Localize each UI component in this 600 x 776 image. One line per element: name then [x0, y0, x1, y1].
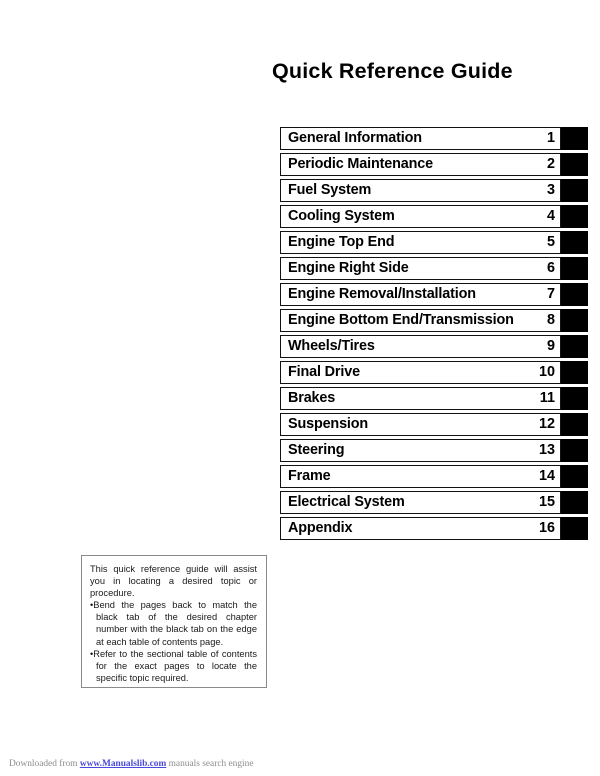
- chapter-entry[interactable]: Steering 13: [280, 439, 561, 462]
- chapter-black-tab: [561, 283, 588, 306]
- chapter-number: 6: [546, 260, 555, 277]
- chapter-index-table: General Information 1 Periodic Maintenance…: [280, 127, 588, 543]
- chapter-entry[interactable]: Engine Removal/Installation 7: [280, 283, 561, 306]
- chapter-row[interactable]: Engine Right Side 6: [280, 257, 588, 280]
- chapter-row[interactable]: Periodic Maintenance 2: [280, 153, 588, 176]
- note-bullet-item: •Refer to the sectional table of content…: [90, 648, 257, 684]
- chapter-number: 7: [546, 286, 555, 303]
- chapter-number: 14: [538, 468, 555, 485]
- page-title: Quick Reference Guide: [272, 59, 513, 83]
- chapter-entry[interactable]: Cooling System 4: [280, 205, 561, 228]
- chapter-label: Brakes: [288, 390, 336, 407]
- chapter-label: General Information: [288, 130, 422, 147]
- chapter-label: Engine Right Side: [288, 260, 409, 277]
- chapter-entry[interactable]: Frame 14: [280, 465, 561, 488]
- chapter-entry[interactable]: Engine Top End 5: [280, 231, 561, 254]
- chapter-black-tab: [561, 361, 588, 384]
- note-bullet-item: •Bend the pages back to match the black …: [90, 599, 257, 647]
- chapter-number: 11: [539, 390, 555, 407]
- usage-note-box: This quick reference guide will assist y…: [81, 555, 267, 688]
- chapter-row[interactable]: Steering 13: [280, 439, 588, 462]
- chapter-black-tab: [561, 179, 588, 202]
- chapter-label: Steering: [288, 442, 345, 459]
- chapter-entry[interactable]: Appendix 16: [280, 517, 561, 540]
- chapter-label: Frame: [288, 468, 331, 485]
- chapter-label: Cooling System: [288, 208, 395, 225]
- chapter-entry[interactable]: Engine Bottom End/Transmission 8: [280, 309, 561, 332]
- chapter-label: Suspension: [288, 416, 369, 433]
- chapter-label: Periodic Maintenance: [288, 156, 433, 173]
- footer-suffix: manuals search engine: [166, 759, 254, 769]
- chapter-entry[interactable]: Final Drive 10: [280, 361, 561, 384]
- chapter-label: Engine Removal/Installation: [288, 286, 476, 303]
- chapter-entry[interactable]: Fuel System 3: [280, 179, 561, 202]
- chapter-number: 10: [538, 364, 555, 381]
- chapter-number: 8: [546, 312, 555, 329]
- chapter-number: 12: [538, 416, 555, 433]
- chapter-number: 3: [546, 182, 555, 199]
- chapter-black-tab: [561, 465, 588, 488]
- chapter-black-tab: [561, 257, 588, 280]
- chapter-row[interactable]: Engine Bottom End/Transmission 8: [280, 309, 588, 332]
- chapter-row[interactable]: Engine Removal/Installation 7: [280, 283, 588, 306]
- chapter-black-tab: [561, 517, 588, 540]
- chapter-row[interactable]: Wheels/Tires 9: [280, 335, 588, 358]
- document-page: Quick Reference Guide General Informatio…: [0, 0, 600, 776]
- chapter-row[interactable]: Fuel System 3: [280, 179, 588, 202]
- chapter-black-tab: [561, 205, 588, 228]
- chapter-number: 9: [546, 338, 555, 355]
- chapter-entry[interactable]: Suspension 12: [280, 413, 561, 436]
- chapter-black-tab: [561, 127, 588, 150]
- chapter-row[interactable]: Brakes 11: [280, 387, 588, 410]
- chapter-black-tab: [561, 387, 588, 410]
- chapter-row[interactable]: Frame 14: [280, 465, 588, 488]
- chapter-black-tab: [561, 491, 588, 514]
- chapter-entry[interactable]: Periodic Maintenance 2: [280, 153, 561, 176]
- chapter-number: 1: [546, 130, 555, 147]
- chapter-number: 15: [538, 494, 555, 511]
- manualslib-link[interactable]: www.Manualslib.com: [80, 759, 166, 769]
- chapter-black-tab: [561, 335, 588, 358]
- chapter-black-tab: [561, 153, 588, 176]
- chapter-label: Wheels/Tires: [288, 338, 375, 355]
- chapter-number: 5: [546, 234, 555, 251]
- chapter-row[interactable]: Engine Top End 5: [280, 231, 588, 254]
- chapter-black-tab: [561, 309, 588, 332]
- chapter-entry[interactable]: General Information 1: [280, 127, 561, 150]
- chapter-label: Appendix: [288, 520, 353, 537]
- chapter-black-tab: [561, 231, 588, 254]
- chapter-number: 4: [546, 208, 555, 225]
- note-bullet-text: Refer to the sectional table of contents…: [93, 648, 257, 683]
- footer-attribution: Downloaded from www.Manualslib.com manua…: [9, 759, 254, 769]
- chapter-label: Fuel System: [288, 182, 372, 199]
- chapter-label: Engine Bottom End/Transmission: [288, 312, 514, 329]
- chapter-row[interactable]: Electrical System 15: [280, 491, 588, 514]
- chapter-label: Final Drive: [288, 364, 360, 381]
- note-bullet-text: Bend the pages back to match the black t…: [93, 600, 257, 647]
- chapter-entry[interactable]: Wheels/Tires 9: [280, 335, 561, 358]
- chapter-label: Electrical System: [288, 494, 405, 511]
- note-intro-text: This quick reference guide will assist y…: [90, 564, 257, 599]
- chapter-number: 13: [538, 442, 555, 459]
- chapter-row[interactable]: Final Drive 10: [280, 361, 588, 384]
- chapter-row[interactable]: Cooling System 4: [280, 205, 588, 228]
- chapter-black-tab: [561, 439, 588, 462]
- chapter-number: 16: [538, 520, 555, 537]
- chapter-number: 2: [546, 156, 555, 173]
- chapter-entry[interactable]: Electrical System 15: [280, 491, 561, 514]
- chapter-row[interactable]: General Information 1: [280, 127, 588, 150]
- chapter-row[interactable]: Appendix 16: [280, 517, 588, 540]
- chapter-row[interactable]: Suspension 12: [280, 413, 588, 436]
- chapter-entry[interactable]: Engine Right Side 6: [280, 257, 561, 280]
- chapter-entry[interactable]: Brakes 11: [280, 387, 561, 410]
- chapter-black-tab: [561, 413, 588, 436]
- chapter-label: Engine Top End: [288, 234, 395, 251]
- footer-prefix: Downloaded from: [9, 759, 80, 769]
